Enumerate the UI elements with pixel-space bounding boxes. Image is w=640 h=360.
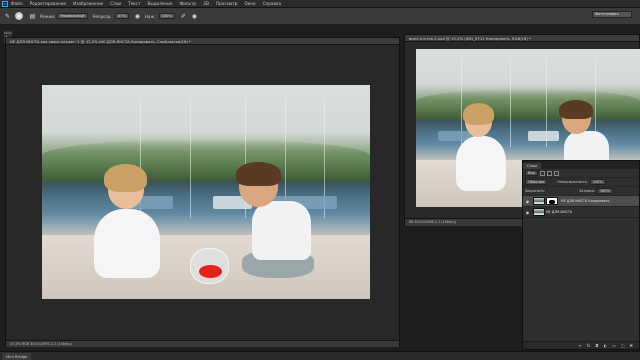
menu-layers[interactable]: Слои: [110, 1, 121, 6]
filter-type-icon[interactable]: [553, 170, 559, 176]
options-bar: ✎ ▤ Режим: Нормальный Непрозр.: 47% ◉ На…: [0, 8, 640, 25]
canvas-main[interactable]: [42, 85, 370, 299]
menu-window[interactable]: Окно: [244, 1, 255, 6]
link-layers-icon[interactable]: ∞: [578, 343, 581, 348]
pressure-opacity-icon[interactable]: ◉: [134, 13, 141, 20]
menu-view[interactable]: Просмотр: [216, 1, 238, 6]
menu-help[interactable]: Справка: [263, 1, 281, 6]
layers-panel-footer: ∞ fx ◘ ◐ ▭ ▢ ✖: [523, 341, 639, 349]
fill-label: Заливка:: [579, 189, 595, 193]
brush-tool-icon[interactable]: ✎: [4, 13, 11, 20]
document-window-main: НЕ ДЛЯ ИНСТА как сверт-отъем~1 @ 47,2% (…: [5, 37, 400, 347]
menu-filter[interactable]: Фильтр: [180, 1, 197, 6]
lock-label: Закрепить:: [525, 189, 546, 193]
tab-mini-bridge[interactable]: Mini Bridge: [2, 353, 32, 360]
brush-panel-toggle-icon[interactable]: ▤: [29, 13, 36, 20]
layer-kind-select[interactable]: Вид: [525, 170, 538, 176]
layers-blend-row: Обычные Непрозрачность: 100%: [523, 178, 639, 187]
add-mask-icon[interactable]: ◘: [595, 343, 598, 348]
workspace-select[interactable]: Фотография: [592, 11, 632, 18]
layer-opacity-label: Непрозрачность:: [557, 180, 588, 184]
layers-panel-tabbar: Слои: [523, 161, 639, 169]
opacity-field[interactable]: 47%: [114, 13, 129, 19]
layer-name: НЕ ДЛЯ ИНСТА Копировать: [561, 199, 610, 203]
flow-field[interactable]: 100%: [158, 13, 175, 19]
new-layer-icon[interactable]: ▢: [621, 343, 625, 348]
panel-grip[interactable]: [4, 32, 12, 34]
filter-adjustment-icon[interactable]: [546, 170, 552, 176]
menu-file[interactable]: Файл: [11, 1, 23, 6]
airbrush-icon[interactable]: ✐: [180, 13, 187, 20]
layers-lock-row: Закрепить: Заливка: 100%: [523, 187, 639, 196]
tab-layers[interactable]: Слои: [523, 163, 541, 169]
layers-panel: Слои Вид Обычные Непрозрачность: 100% За…: [522, 160, 640, 350]
layer-thumbnail: [533, 208, 545, 216]
layer-thumbnail: [533, 197, 545, 205]
mini-bridge-bar: Mini Bridge: [0, 351, 640, 360]
layers-filter-row: Вид: [523, 169, 639, 178]
document-status-main: 47,2% RGB 3015x2095-2,1 (14bit/ц): [6, 340, 399, 347]
delete-layer-icon[interactable]: ✖: [630, 343, 633, 348]
layer-name: НЕ ДЛЯ ИНСТА: [546, 210, 573, 214]
menu-select[interactable]: Выделение: [148, 1, 173, 6]
brush-preset-picker[interactable]: [15, 12, 23, 20]
adjustment-layer-icon[interactable]: ◐: [604, 343, 608, 348]
pressure-size-icon[interactable]: ◉: [191, 13, 198, 20]
layer-opacity-field[interactable]: 100%: [589, 179, 606, 185]
opacity-label: Непрозр.:: [92, 13, 113, 19]
blend-mode-select[interactable]: Обычные: [525, 179, 548, 185]
layer-style-icon[interactable]: fx: [587, 343, 591, 348]
layer-mask-thumbnail[interactable]: [546, 197, 558, 205]
photo-children-fishbowl: [42, 85, 370, 299]
eye-icon[interactable]: ◉: [525, 199, 530, 204]
layer-row[interactable]: ◉ НЕ ДЛЯ ИНСТА Копировать: [523, 196, 639, 207]
mode-select[interactable]: Нормальный: [57, 13, 88, 19]
eye-icon[interactable]: ◉: [525, 210, 530, 215]
photoshop-logo-icon: Ps: [2, 0, 8, 7]
menu-3d[interactable]: 3D: [203, 1, 209, 6]
menu-image[interactable]: Изображение: [73, 1, 103, 6]
layer-row[interactable]: ◉ НЕ ДЛЯ ИНСТА: [523, 207, 639, 218]
new-group-icon[interactable]: ▭: [612, 343, 616, 348]
document-tab-secondary[interactable]: вреч-ктсток-1.psd @ 15,2% (IMG_9711 Копи…: [405, 35, 639, 42]
fill-field[interactable]: 100%: [596, 188, 613, 194]
filter-pixel-icon[interactable]: [539, 170, 545, 176]
document-tab-main[interactable]: НЕ ДЛЯ ИНСТА как сверт-отъем~1 @ 47,2% (…: [6, 38, 399, 45]
menu-bar: Ps Файл Редактирование Изображение Слои …: [0, 0, 640, 8]
flow-label: Наж.:: [144, 13, 157, 19]
menu-type[interactable]: Текст: [128, 1, 140, 6]
mode-label: Режим:: [40, 13, 56, 19]
menu-edit[interactable]: Редактирование: [30, 1, 67, 6]
